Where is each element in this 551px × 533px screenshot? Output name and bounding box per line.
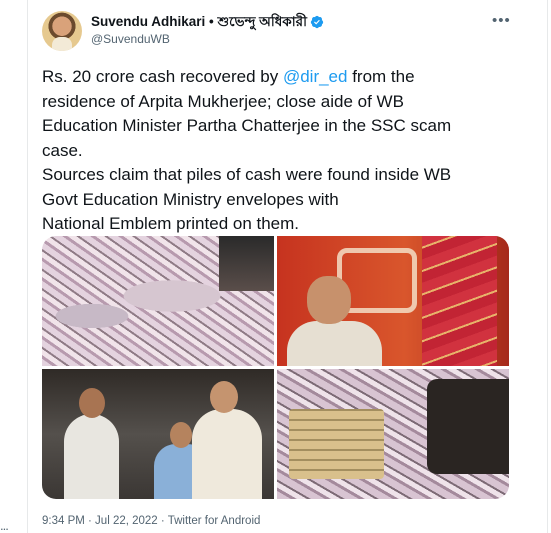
photo-saree [422, 236, 497, 366]
tweet-line-1: Rs. 20 crore cash recovered by @dir_ed f… [42, 65, 522, 90]
photo-figure [287, 321, 382, 366]
media-photo-people[interactable] [42, 369, 274, 499]
tweet-line-2: residence of Arpita Mukherjee; close aid… [42, 91, 404, 111]
tweet-timestamp[interactable]: 9:34 PM · Jul 22, 2022 · Twitter for And… [42, 515, 260, 527]
tweet-line-6: Govt Education Ministry envelopes with [42, 189, 339, 209]
timeline-divider-right [547, 0, 548, 533]
photo-figure [64, 388, 119, 499]
verified-badge-icon [310, 15, 324, 29]
photo-cash-stack [289, 409, 384, 479]
tweet-line-5: Sources claim that piles of cash were fo… [42, 165, 452, 184]
media-photo-minister[interactable] [277, 236, 509, 366]
tweet-text-segment: from the [347, 67, 415, 86]
tweet-text: Rs. 20 crore cash recovered by @dir_ed f… [42, 65, 522, 237]
author-name-row[interactable]: Suvendu Adhikari • শুভেন্দু অধিকারী [91, 13, 324, 31]
photo-bag [427, 379, 509, 474]
tweet-line-7: National Emblem printed on them. [42, 214, 300, 233]
tweet-line-3: Education Minister Partha Chatterjee in … [42, 116, 452, 135]
media-photo-cash-bundles[interactable] [277, 369, 509, 499]
avatar[interactable] [42, 11, 82, 51]
author-display-name[interactable]: Suvendu Adhikari • শুভেন্দু অধিকারী [91, 11, 307, 34]
tweet-line-4: case. [42, 140, 83, 160]
author-handle[interactable]: @SuvenduWB [91, 32, 170, 46]
timeline-divider-left [27, 0, 28, 533]
media-grid [42, 236, 509, 499]
left-edge-ellipsis: ... [0, 518, 9, 533]
more-options-icon[interactable]: ••• [492, 12, 511, 29]
tweet-text-segment: Rs. 20 crore cash recovered by [42, 67, 283, 86]
photo-figure-head [307, 276, 351, 324]
mention-link[interactable]: @dir_ed [283, 67, 348, 86]
media-photo-cash-pile[interactable] [42, 236, 274, 366]
photo-figure [192, 381, 262, 499]
